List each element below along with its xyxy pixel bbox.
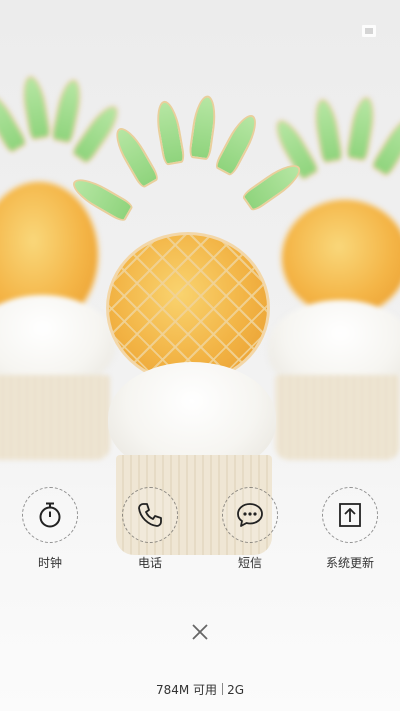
shortcut-label: 系统更新 bbox=[325, 556, 374, 570]
shortcut-messages[interactable]: 短信 bbox=[205, 487, 295, 571]
close-icon bbox=[192, 624, 208, 640]
shortcut-label: 时钟 bbox=[37, 556, 62, 570]
phone-shortcut-ring[interactable] bbox=[122, 487, 178, 543]
wallpaper bbox=[0, 0, 400, 711]
memory-status: 784M 可用 2G bbox=[0, 681, 400, 698]
shortcut-label: 短信 bbox=[237, 556, 262, 570]
shortcut-label: 电话 bbox=[137, 556, 162, 570]
quick-shortcuts: 时钟 电话 短信 系统更新 bbox=[0, 487, 400, 577]
system-update-shortcut-ring[interactable] bbox=[322, 487, 378, 543]
system-update-icon bbox=[339, 503, 361, 527]
shortcut-system-update[interactable]: 系统更新 bbox=[305, 487, 395, 571]
shortcut-clock[interactable]: 时钟 bbox=[5, 487, 95, 571]
close-button[interactable] bbox=[188, 620, 212, 644]
shortcut-phone[interactable]: 电话 bbox=[105, 487, 195, 571]
separator bbox=[222, 683, 224, 695]
recent-apps-icon bbox=[362, 25, 376, 37]
clock-shortcut-ring[interactable] bbox=[22, 487, 78, 543]
clock-icon bbox=[39, 502, 61, 528]
message-icon bbox=[237, 503, 263, 527]
messages-shortcut-ring[interactable] bbox=[222, 487, 278, 543]
phone-icon bbox=[138, 503, 162, 527]
network-type: 2G bbox=[227, 683, 244, 697]
memory-available: 784M 可用 bbox=[155, 683, 218, 697]
